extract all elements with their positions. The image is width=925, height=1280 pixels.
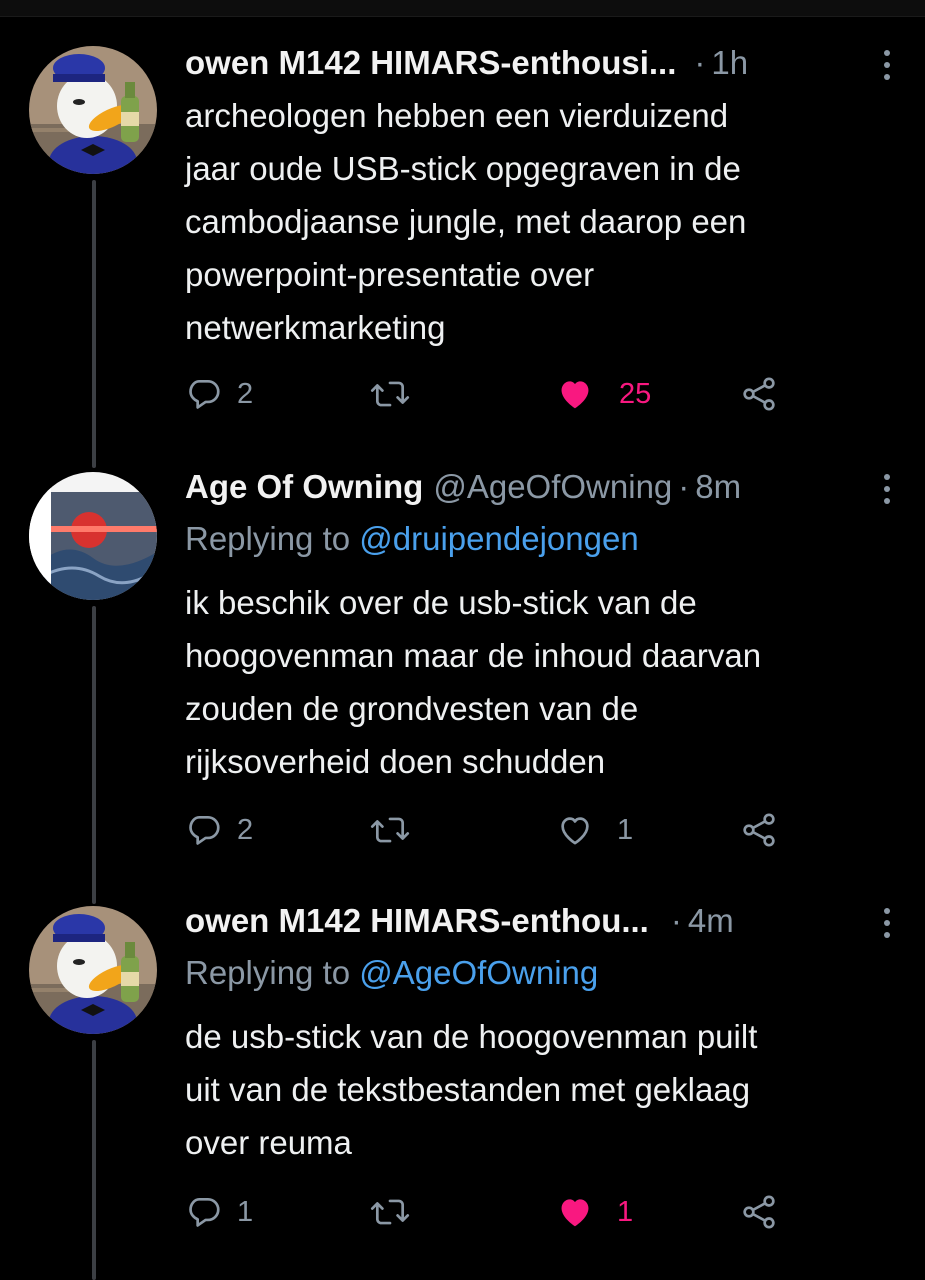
top-edge [0,0,925,17]
like-count: 1 [617,1195,634,1228]
share-button[interactable] [739,1192,779,1232]
tweet-text-line: cambodjaanse jungle, met daarop een [185,203,747,240]
retweet-icon [370,1199,410,1225]
mention-link[interactable]: @AgeOfOwning [359,954,598,991]
author-name[interactable]: owen M142 HIMARS-enthousi... [185,44,676,82]
separator-dot: · [678,468,690,505]
more-vertical-icon[interactable] [883,908,891,938]
timestamp[interactable]: 8m [695,468,741,506]
heart-outline-icon [561,817,589,845]
tweet-header: owen M142 HIMARS-enthousi... · 1h [185,40,925,86]
tweet-text-line: ik beschik over de usb-stick van de [185,584,697,621]
heart-filled-icon [561,1199,589,1227]
like-count: 1 [617,813,634,846]
mention-link[interactable]: @druipendejongen [359,520,638,557]
tweet-text-line: uit van de tekstbestanden met geklaag [185,1071,751,1108]
separator-dot: · [694,44,706,81]
comment-icon [189,1197,220,1227]
retweet-button[interactable] [369,1192,425,1232]
reply-count: 2 [237,813,254,846]
reply-button[interactable]: 2 [185,374,253,414]
separator-dot: · [670,902,682,939]
tweet-text-line: jaar oude USB-stick opgegraven in de [185,150,741,187]
heart-filled-icon [561,381,589,409]
more-vertical-icon[interactable] [883,474,891,504]
like-count: 25 [619,377,652,410]
author-handle[interactable]: @AgeOfOwning [433,468,672,506]
tweet-text-line: zouden de grondvesten van de [185,690,639,727]
tweet-text-line: rijksoverheid doen schudden [185,743,606,780]
share-icon [743,1195,775,1229]
tweet-text: de usb-stick van de hoogovenman puilt ui… [185,1010,895,1169]
comment-icon [189,379,220,409]
tweet-header: owen M142 HIMARS-enthou... · 4m [185,898,925,944]
tweet-header: Age Of Owning @AgeOfOwning · 8m [185,464,925,510]
author-name[interactable]: owen M142 HIMARS-enthou... [185,902,649,940]
replying-to-label: Replying to [185,520,351,557]
share-button[interactable] [739,810,779,850]
share-icon [743,813,775,847]
retweet-button[interactable] [369,374,425,414]
tweet-actions: 2 1 [185,810,805,850]
retweet-icon [370,817,410,843]
reply-button[interactable]: 2 [185,810,253,850]
reply-count: 2 [237,377,254,410]
tweet-text-line: netwerkmarketing [185,309,446,346]
tweet-actions: 2 25 [185,374,805,414]
tweet-text-line: archeologen hebben een vierduizend [185,97,729,134]
like-button[interactable]: 25 [555,374,651,414]
tweet-text-line: powerpoint-presentatie over [185,256,595,293]
timestamp[interactable]: 4m [688,902,734,940]
retweet-icon [370,381,410,407]
retweet-button[interactable] [369,810,425,850]
like-button[interactable]: 1 [555,810,633,850]
reply-button[interactable]: 1 [185,1192,253,1232]
tweet[interactable]: owen M142 HIMARS-enthousi... · 1h archeo… [0,40,925,430]
tweet-text: ik beschik over de usb-stick van de hoog… [185,576,895,788]
tweet-text-line: over reuma [185,1124,352,1161]
comment-icon [189,815,220,845]
tweet[interactable]: owen M142 HIMARS-enthou... · 4m Replying… [0,898,925,1248]
replying-to-label: Replying to [185,954,351,991]
reply-count: 1 [237,1195,254,1228]
tweet-text: archeologen hebben een vierduizend jaar … [185,89,895,354]
share-icon [743,377,775,411]
tweet-text-line: hoogovenman maar de inhoud daarvan [185,637,762,674]
author-name[interactable]: Age Of Owning [185,468,423,506]
replying-to: Replying to @AgeOfOwning [185,954,598,992]
tweet[interactable]: Age Of Owning @AgeOfOwning · 8m Replying… [0,464,925,864]
more-vertical-icon[interactable] [883,50,891,80]
like-button[interactable]: 1 [555,1192,633,1232]
tweet-actions: 1 1 [185,1192,805,1232]
tweet-text-line: de usb-stick van de hoogovenman puilt [185,1018,758,1055]
replying-to: Replying to @druipendejongen [185,520,639,558]
timestamp[interactable]: 1h [711,44,748,82]
share-button[interactable] [739,374,779,414]
